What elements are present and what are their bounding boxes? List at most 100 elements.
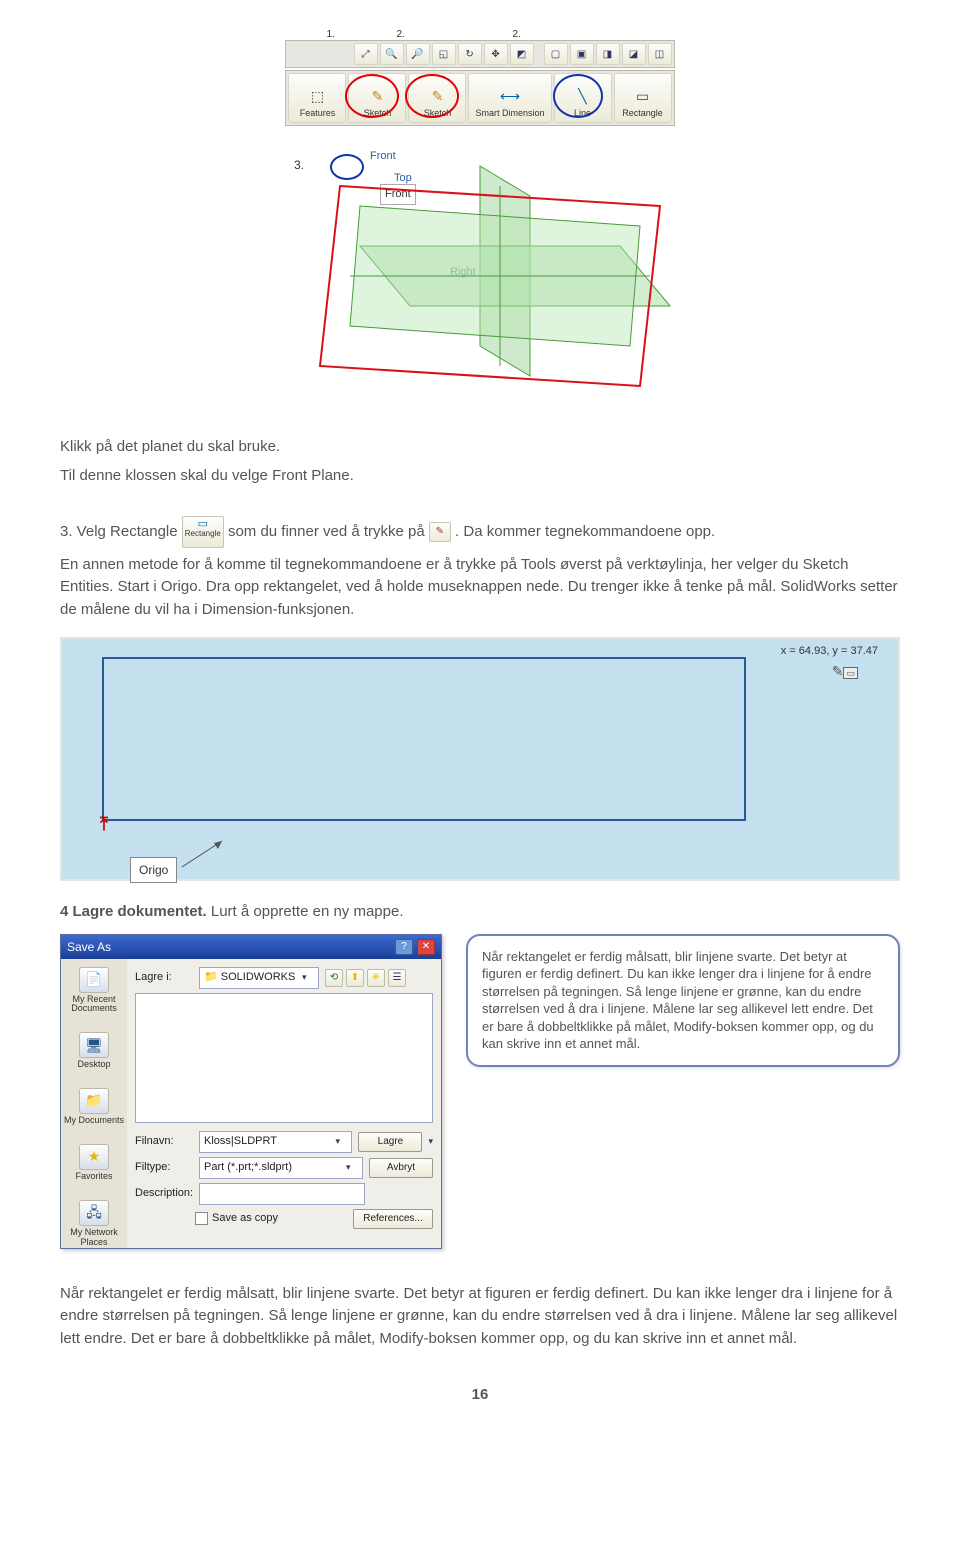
view-icon: ☰	[388, 969, 406, 987]
zoom-window-icon: ◱	[432, 43, 456, 65]
zoom-fit-icon: ⤢	[354, 43, 378, 65]
pencil-cursor-icon: ✎▭	[832, 661, 858, 682]
sidebar-network-label: My Network Places	[61, 1228, 127, 1248]
marker-1: 1.	[326, 27, 334, 42]
sidebar-desktop-label: Desktop	[77, 1060, 110, 1070]
sidebar-mydocs: 📁 My Documents	[64, 1088, 124, 1126]
footer-paragraph: Når rektangelet er ferdig målsatt, blir …	[60, 1283, 900, 1351]
rectangle-icon: ▭	[633, 87, 653, 107]
intro-p4: En annen metode for å komme til tegnekom…	[60, 554, 900, 622]
lagre-i-field: 📁 SOLIDWORKS▾	[199, 967, 319, 989]
sketch-button-2: ✎Sketch	[408, 73, 466, 123]
desktop-icon: 🖥	[79, 1032, 109, 1058]
save-as-copy-label: Save as copy	[212, 1210, 278, 1227]
pan-icon: ✥	[484, 43, 508, 65]
references-button: References...	[353, 1209, 433, 1229]
chevron-down-icon: ▾	[428, 1135, 433, 1149]
page-number: 16	[60, 1384, 900, 1407]
help-icon: ?	[395, 939, 413, 955]
description-label: Description:	[135, 1185, 193, 1202]
sidebar-favorites: ★ Favorites	[75, 1144, 112, 1182]
folder-icon: 📁	[79, 1088, 109, 1114]
save-sidebar: 📄My Recent Documents 🖥 Desktop 📁 My Docume…	[61, 959, 127, 1248]
sidebar-recent-label: My Recent Documents	[61, 995, 127, 1015]
intro-p2: Til denne klossen skal du velge Front Pl…	[60, 465, 900, 488]
section4-heading: 4 Lagre dokumentet. Lurt å opprette en n…	[60, 901, 900, 924]
rectangle-label: Rectangle	[622, 107, 663, 121]
back-icon: ⟲	[325, 969, 343, 987]
save-title-text: Save As	[67, 938, 111, 956]
sketch-label: Sketch	[364, 107, 392, 121]
smart-dimension-button: ⟷Smart Dimension	[468, 73, 551, 123]
chevron-down-icon: ▾	[346, 1161, 358, 1175]
sketch-rectangle	[102, 657, 746, 821]
filtype-value: Part (*.prt;*.sldprt)	[204, 1159, 292, 1176]
features-icon: ⬚	[307, 87, 327, 107]
chevron-down-icon: ▾	[302, 971, 314, 985]
marker-2b: 2.	[512, 27, 520, 42]
shaded-icon: ◪	[622, 43, 646, 65]
file-list	[135, 993, 433, 1123]
rectangle-button: ▭Rectangle	[614, 73, 672, 123]
origo-label: Origo	[130, 857, 177, 883]
features-label: Features	[300, 107, 336, 121]
features-button: ⬚Features	[288, 73, 346, 123]
save-titlebar: Save As ?✕	[61, 935, 441, 959]
zoom-in-icon: 🔍	[380, 43, 404, 65]
filtype-field: Part (*.prt;*.sldprt) ▾	[199, 1157, 363, 1179]
sidebar-desktop: 🖥 Desktop	[77, 1032, 110, 1070]
recent-icon: 📄	[79, 967, 109, 993]
rectangle-inline-label: Rectangle	[185, 529, 221, 538]
newfolder-icon: ✳	[367, 969, 385, 987]
folder-name: SOLIDWORKS	[221, 971, 296, 983]
chevron-down-icon: ▾	[335, 1135, 347, 1149]
save-as-copy-checkbox: Save as copy	[195, 1210, 278, 1227]
dimension-icon: ⟷	[500, 87, 520, 107]
origin-marker: ⤒	[100, 811, 108, 838]
tip-box: Når rektangelet er ferdig målsatt, blir …	[466, 934, 900, 1067]
filtype-label: Filtype:	[135, 1159, 193, 1176]
intro-p3a: 3. Velg Rectangle	[60, 522, 182, 539]
sketch-icon: ✎	[367, 87, 387, 107]
planes-svg	[270, 146, 690, 406]
sketch-icon-2: ✎	[427, 87, 447, 107]
section-icon: ◩	[510, 43, 534, 65]
sketch-button: ✎Sketch	[348, 73, 406, 123]
intro-p3c: . Da kommer tegnekommandoene opp.	[455, 522, 715, 539]
filnavn-label: Filnavn:	[135, 1133, 193, 1150]
toolbar-screenshot: ⤢ 🔍 🔎 ◱ ↻ ✥ ◩ ▢ ▣ ◨ ◪ ◫ 1. 2. 2. ⬚Featur…	[60, 40, 900, 126]
lagre-i-label: Lagre i:	[135, 969, 193, 986]
shaded-edges-icon: ◨	[596, 43, 620, 65]
filnavn-value: Kloss|SLDPRT	[204, 1133, 277, 1150]
section4-b: Lurt å opprette en ny mappe.	[207, 903, 404, 920]
rotate-icon: ↻	[458, 43, 482, 65]
shadow-icon: ◫	[648, 43, 672, 65]
smartdim-label: Smart Dimension	[475, 107, 544, 121]
filnavn-field: Kloss|SLDPRT ▾	[199, 1131, 352, 1153]
toolbar-main-row: ⬚Features ✎Sketch ✎Sketch ⟷Smart Dimensi…	[285, 70, 674, 126]
hidden-icon: ▣	[570, 43, 594, 65]
intro-p1: Klikk på det planet du skal bruke.	[60, 436, 900, 459]
sidebar-mydocs-label: My Documents	[64, 1116, 124, 1126]
sidebar-recent: 📄My Recent Documents	[61, 967, 127, 1015]
lagre-button: Lagre	[358, 1132, 422, 1152]
up-icon: ⬆	[346, 969, 364, 987]
section4-a: 4 Lagre dokumentet.	[60, 903, 207, 920]
wire-icon: ▢	[544, 43, 568, 65]
star-icon: ★	[79, 1144, 109, 1170]
intro-p3b: som du finner ved å trykke på	[228, 522, 429, 539]
sidebar-favorites-label: Favorites	[75, 1172, 112, 1182]
nav-buttons: ⟲ ⬆ ✳ ☰	[325, 969, 406, 987]
sidebar-network: 🖧My Network Places	[61, 1200, 127, 1248]
line-button: ╲Line	[554, 73, 612, 123]
save-as-dialog: Save As ?✕ 📄My Recent Documents 🖥 Desktop…	[60, 934, 442, 1249]
marker-2: 2.	[396, 27, 404, 42]
coordinate-readout: x = 64.93, y = 37.47	[781, 643, 878, 660]
rectangle-inline-icon: ▭Rectangle	[182, 516, 224, 548]
avbryt-button: Avbryt	[369, 1158, 433, 1178]
network-icon: 🖧	[79, 1200, 109, 1226]
save-row: Save As ?✕ 📄My Recent Documents 🖥 Desktop…	[60, 934, 900, 1249]
origo-arrow-icon	[182, 835, 242, 875]
description-field	[199, 1183, 365, 1205]
intro-p3: 3. Velg Rectangle ▭Rectangle som du finn…	[60, 516, 900, 548]
